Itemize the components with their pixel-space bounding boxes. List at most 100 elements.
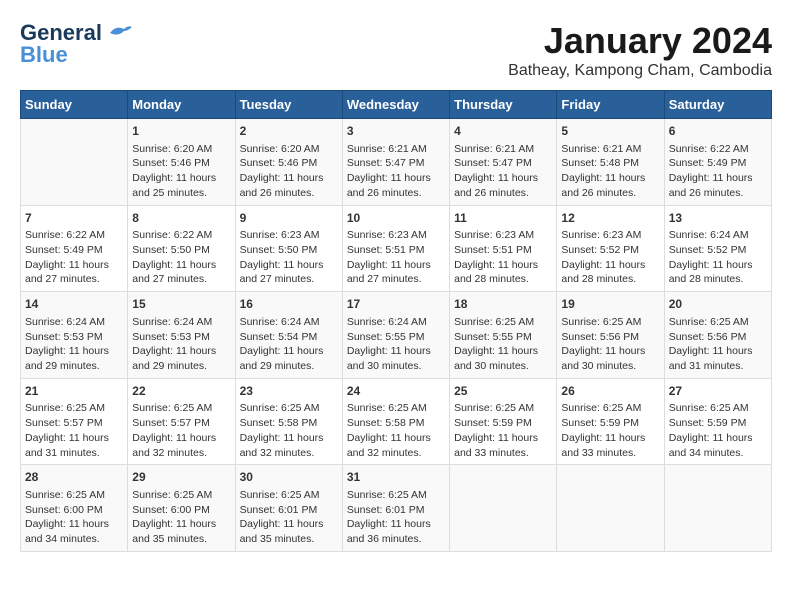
calendar-table: SundayMondayTuesdayWednesdayThursdayFrid… <box>20 90 772 552</box>
calendar-day-cell: 15Sunrise: 6:24 AMSunset: 5:53 PMDayligh… <box>128 292 235 379</box>
day-content: Sunrise: 6:25 AMSunset: 5:55 PMDaylight:… <box>454 315 552 374</box>
day-number: 16 <box>240 296 338 313</box>
day-number: 25 <box>454 383 552 400</box>
calendar-day-cell: 7Sunrise: 6:22 AMSunset: 5:49 PMDaylight… <box>21 205 128 292</box>
calendar-day-header: Friday <box>557 91 664 119</box>
day-content: Sunrise: 6:24 AMSunset: 5:54 PMDaylight:… <box>240 315 338 374</box>
month-title: January 2024 <box>508 20 772 62</box>
day-content: Sunrise: 6:20 AMSunset: 5:46 PMDaylight:… <box>132 142 230 201</box>
calendar-week-row: 1Sunrise: 6:20 AMSunset: 5:46 PMDaylight… <box>21 119 772 206</box>
day-number: 20 <box>669 296 767 313</box>
day-number: 31 <box>347 469 445 486</box>
day-number: 19 <box>561 296 659 313</box>
day-number: 17 <box>347 296 445 313</box>
calendar-day-cell: 1Sunrise: 6:20 AMSunset: 5:46 PMDaylight… <box>128 119 235 206</box>
day-number: 13 <box>669 210 767 227</box>
calendar-week-row: 7Sunrise: 6:22 AMSunset: 5:49 PMDaylight… <box>21 205 772 292</box>
calendar-day-cell: 26Sunrise: 6:25 AMSunset: 5:59 PMDayligh… <box>557 378 664 465</box>
day-number: 29 <box>132 469 230 486</box>
day-content: Sunrise: 6:22 AMSunset: 5:49 PMDaylight:… <box>25 228 123 287</box>
calendar-day-header: Tuesday <box>235 91 342 119</box>
day-number: 10 <box>347 210 445 227</box>
day-content: Sunrise: 6:23 AMSunset: 5:52 PMDaylight:… <box>561 228 659 287</box>
day-content: Sunrise: 6:21 AMSunset: 5:47 PMDaylight:… <box>347 142 445 201</box>
day-number: 9 <box>240 210 338 227</box>
calendar-week-row: 14 Sunrise: 6:24 AMSunset: 5:53 PMDayligh… <box>21 292 772 379</box>
day-content: Sunrise: 6:25 AMSunset: 5:59 PMDaylight:… <box>454 401 552 460</box>
calendar-day-cell: 13Sunrise: 6:24 AMSunset: 5:52 PMDayligh… <box>664 205 771 292</box>
day-number: 12 <box>561 210 659 227</box>
calendar-day-header: Saturday <box>664 91 771 119</box>
day-content: Sunrise: 6:22 AMSunset: 5:50 PMDaylight:… <box>132 228 230 287</box>
calendar-day-cell: 18 Sunrise: 6:25 AMSunset: 5:55 PMDayligh… <box>450 292 557 379</box>
day-number: 27 <box>669 383 767 400</box>
calendar-week-row: 28Sunrise: 6:25 AMSunset: 6:00 PMDayligh… <box>21 465 772 552</box>
day-number: 24 <box>347 383 445 400</box>
day-number: 7 <box>25 210 123 227</box>
day-number: 14 <box>25 296 123 313</box>
location-subtitle: Batheay, Kampong Cham, Cambodia <box>508 62 772 80</box>
calendar-day-header: Thursday <box>450 91 557 119</box>
logo: General Blue <box>20 20 134 68</box>
day-number: 5 <box>561 123 659 140</box>
title-area: January 2024 Batheay, Kampong Cham, Camb… <box>508 20 772 80</box>
day-number: 23 <box>240 383 338 400</box>
calendar-day-cell: 4 Sunrise: 6:21 AMSunset: 5:47 PMDaylight… <box>450 119 557 206</box>
calendar-day-cell: 14 Sunrise: 6:24 AMSunset: 5:53 PMDayligh… <box>21 292 128 379</box>
calendar-header-row: SundayMondayTuesdayWednesdayThursdayFrid… <box>21 91 772 119</box>
calendar-day-cell: 30Sunrise: 6:25 AMSunset: 6:01 PMDayligh… <box>235 465 342 552</box>
calendar-day-cell: 19 Sunrise: 6:25 AMSunset: 5:56 PMDayligh… <box>557 292 664 379</box>
day-content: Sunrise: 6:25 AMSunset: 5:58 PMDaylight:… <box>240 401 338 460</box>
day-number: 30 <box>240 469 338 486</box>
day-number: 6 <box>669 123 767 140</box>
day-content: Sunrise: 6:25 AMSunset: 5:56 PMDaylight:… <box>561 315 659 374</box>
calendar-day-cell: 10Sunrise: 6:23 AMSunset: 5:51 PMDayligh… <box>342 205 449 292</box>
day-number: 22 <box>132 383 230 400</box>
calendar-day-cell: 28Sunrise: 6:25 AMSunset: 6:00 PMDayligh… <box>21 465 128 552</box>
calendar-day-cell: 17 Sunrise: 6:24 AMSunset: 5:55 PMDayligh… <box>342 292 449 379</box>
day-content: Sunrise: 6:24 AMSunset: 5:53 PMDaylight:… <box>25 315 123 374</box>
calendar-day-header: Wednesday <box>342 91 449 119</box>
day-content: Sunrise: 6:25 AMSunset: 5:57 PMDaylight:… <box>132 401 230 460</box>
day-content: Sunrise: 6:25 AMSunset: 6:01 PMDaylight:… <box>347 488 445 547</box>
logo-bird-icon <box>106 23 134 43</box>
day-content: Sunrise: 6:25 AMSunset: 5:58 PMDaylight:… <box>347 401 445 460</box>
calendar-day-cell: 23Sunrise: 6:25 AMSunset: 5:58 PMDayligh… <box>235 378 342 465</box>
day-number: 26 <box>561 383 659 400</box>
calendar-day-cell: 5 Sunrise: 6:21 AMSunset: 5:48 PMDaylight… <box>557 119 664 206</box>
day-content: Sunrise: 6:23 AMSunset: 5:51 PMDaylight:… <box>347 228 445 287</box>
day-content: Sunrise: 6:20 AMSunset: 5:46 PMDaylight:… <box>240 142 338 201</box>
day-number: 18 <box>454 296 552 313</box>
calendar-day-cell <box>450 465 557 552</box>
day-content: Sunrise: 6:21 AMSunset: 5:47 PMDaylight:… <box>454 142 552 201</box>
calendar-day-cell: 31 Sunrise: 6:25 AMSunset: 6:01 PMDayligh… <box>342 465 449 552</box>
day-number: 2 <box>240 123 338 140</box>
calendar-day-cell: 29 Sunrise: 6:25 AMSunset: 6:00 PMDayligh… <box>128 465 235 552</box>
day-number: 15 <box>132 296 230 313</box>
calendar-day-header: Monday <box>128 91 235 119</box>
day-number: 8 <box>132 210 230 227</box>
day-content: Sunrise: 6:24 AMSunset: 5:55 PMDaylight:… <box>347 315 445 374</box>
calendar-day-cell: 11Sunrise: 6:23 AMSunset: 5:51 PMDayligh… <box>450 205 557 292</box>
day-content: Sunrise: 6:25 AMSunset: 5:57 PMDaylight:… <box>25 401 123 460</box>
calendar-day-header: Sunday <box>21 91 128 119</box>
day-number: 4 <box>454 123 552 140</box>
calendar-day-cell: 21Sunrise: 6:25 AMSunset: 5:57 PMDayligh… <box>21 378 128 465</box>
day-content: Sunrise: 6:25 AMSunset: 6:00 PMDaylight:… <box>132 488 230 547</box>
calendar-day-cell: 20Sunrise: 6:25 AMSunset: 5:56 PMDayligh… <box>664 292 771 379</box>
day-content: Sunrise: 6:23 AMSunset: 5:50 PMDaylight:… <box>240 228 338 287</box>
calendar-day-cell <box>21 119 128 206</box>
calendar-day-cell: 3Sunrise: 6:21 AMSunset: 5:47 PMDaylight… <box>342 119 449 206</box>
calendar-day-cell: 9Sunrise: 6:23 AMSunset: 5:50 PMDaylight… <box>235 205 342 292</box>
day-content: Sunrise: 6:22 AMSunset: 5:49 PMDaylight:… <box>669 142 767 201</box>
page-header: General Blue January 2024 Batheay, Kampo… <box>20 20 772 80</box>
calendar-day-cell: 24Sunrise: 6:25 AMSunset: 5:58 PMDayligh… <box>342 378 449 465</box>
calendar-day-cell: 25Sunrise: 6:25 AMSunset: 5:59 PMDayligh… <box>450 378 557 465</box>
day-content: Sunrise: 6:23 AMSunset: 5:51 PMDaylight:… <box>454 228 552 287</box>
day-number: 21 <box>25 383 123 400</box>
calendar-day-cell: 27Sunrise: 6:25 AMSunset: 5:59 PMDayligh… <box>664 378 771 465</box>
calendar-day-cell: 16 Sunrise: 6:24 AMSunset: 5:54 PMDayligh… <box>235 292 342 379</box>
calendar-day-cell: 8Sunrise: 6:22 AMSunset: 5:50 PMDaylight… <box>128 205 235 292</box>
day-number: 11 <box>454 210 552 227</box>
day-content: Sunrise: 6:21 AMSunset: 5:48 PMDaylight:… <box>561 142 659 201</box>
